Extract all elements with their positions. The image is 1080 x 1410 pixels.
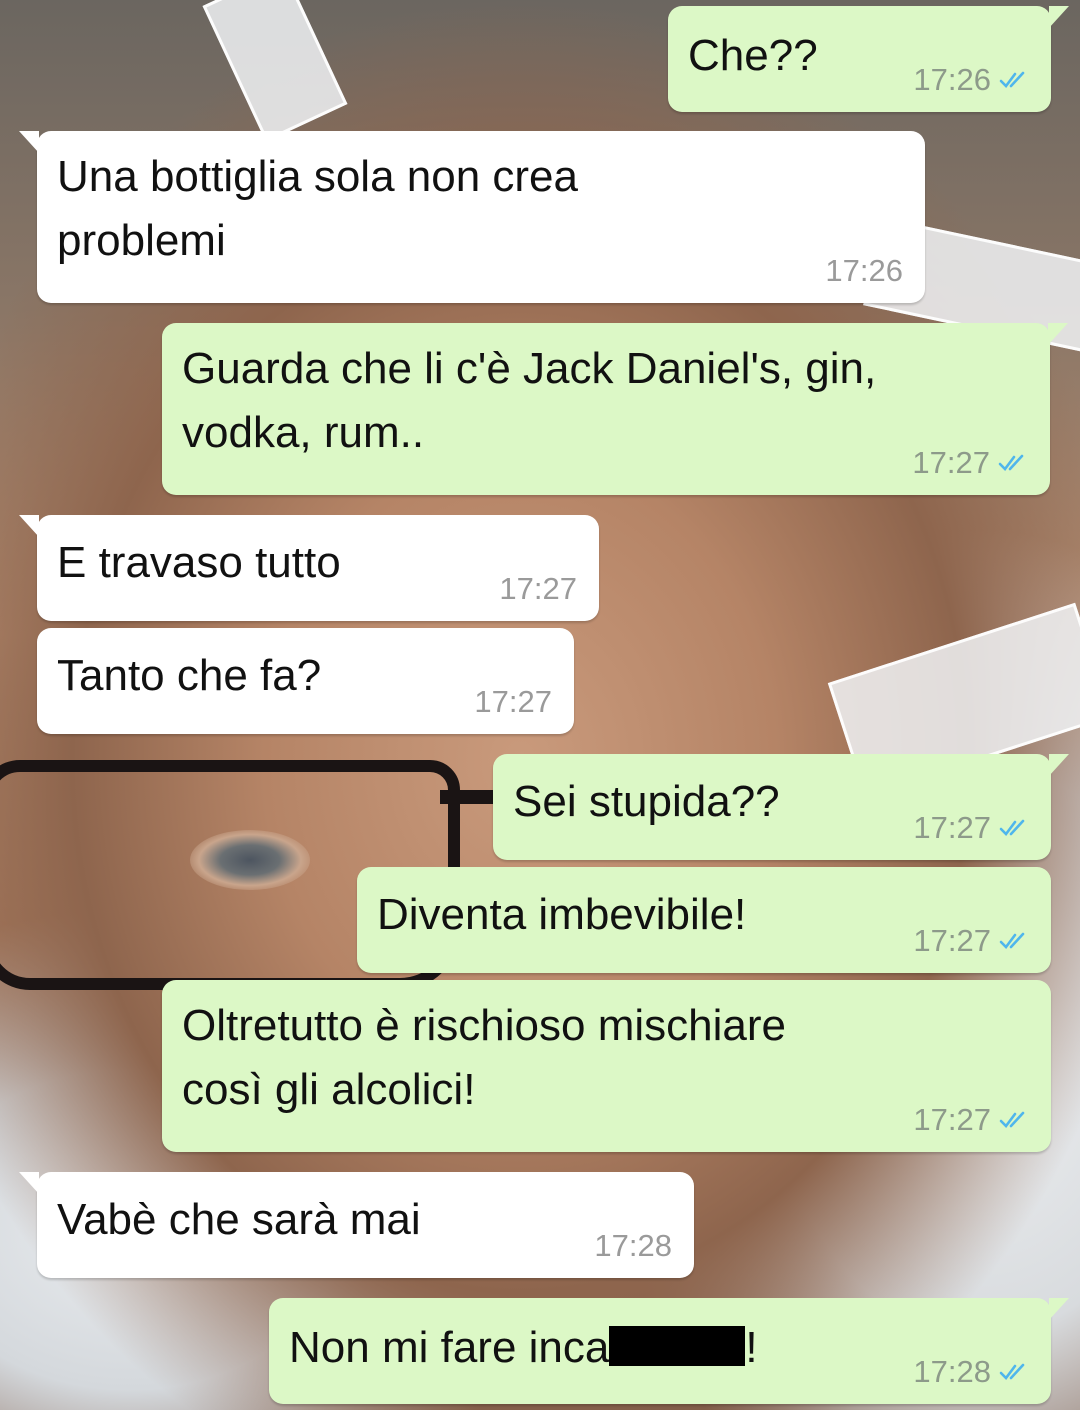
message-meta: 17:28 <box>594 1228 672 1264</box>
message-meta: 17:27 <box>499 571 577 607</box>
double-check-icon <box>999 932 1025 949</box>
double-check-icon <box>999 1363 1025 1380</box>
bubble-tail <box>1049 6 1069 28</box>
message-time: 17:28 <box>594 1228 672 1263</box>
message-text-line: problemi <box>57 216 226 265</box>
message-meta: 17:27 <box>913 1102 1029 1138</box>
message-bubble-incoming[interactable]: Tanto che fa? 17:27 <box>37 628 574 734</box>
double-check-icon <box>999 819 1025 836</box>
message-text-line: così gli alcolici! <box>182 1065 476 1114</box>
message-meta: 17:27 <box>474 684 552 720</box>
message-meta: 17:26 <box>913 62 1029 98</box>
message-meta: 17:26 <box>825 253 903 289</box>
bubble-tail <box>19 515 39 537</box>
message-text-suffix: ! <box>745 1323 758 1372</box>
double-check-icon <box>999 1111 1025 1128</box>
bubble-tail <box>1049 1298 1069 1320</box>
message-text-prefix: Non mi fare inca <box>289 1323 610 1372</box>
double-check-icon <box>998 454 1024 471</box>
message-time: 17:27 <box>913 923 991 958</box>
message-bubble-outgoing[interactable]: Oltretutto è rischioso mischiare così gl… <box>162 980 1051 1152</box>
bubble-tail <box>19 131 39 153</box>
message-time: 17:27 <box>499 571 577 606</box>
message-meta: 17:27 <box>912 445 1028 481</box>
message-meta: 17:28 <box>913 1354 1029 1390</box>
message-bubble-outgoing[interactable]: Diventa imbevibile! 17:27 <box>357 867 1051 973</box>
message-text-line: Una bottiglia sola non crea <box>57 152 578 201</box>
message-time: 17:27 <box>912 445 990 480</box>
wallpaper-eye <box>190 830 310 890</box>
wallpaper-glasses-bridge <box>440 790 500 804</box>
message-bubble-outgoing[interactable]: Guarda che li c'è Jack Daniel's, gin, vo… <box>162 323 1068 495</box>
message-meta: 17:27 <box>913 923 1029 959</box>
bubble-tail <box>1049 754 1069 776</box>
double-check-icon <box>999 71 1025 88</box>
bubble-tail <box>19 1172 39 1194</box>
message-bubble-outgoing[interactable]: Non mi fare inca! 17:28 <box>269 1298 1069 1404</box>
message-text-line: Guarda che li c'è Jack Daniel's, gin, <box>182 344 877 393</box>
message-time: 17:26 <box>825 253 903 288</box>
message-time: 17:26 <box>913 62 991 97</box>
message-text-line: Oltretutto è rischioso mischiare <box>182 1001 786 1050</box>
message-time: 17:27 <box>474 684 552 719</box>
message-bubble-outgoing[interactable]: Sei stupida?? 17:27 <box>493 754 1069 860</box>
message-bubble-incoming[interactable]: Una bottiglia sola non crea problemi 17:… <box>19 131 925 303</box>
message-bubble-outgoing[interactable]: Che?? 17:26 <box>668 6 1069 112</box>
message-time: 17:27 <box>913 810 991 845</box>
wallpaper-glass-shard <box>202 0 348 142</box>
message-time: 17:27 <box>913 1102 991 1137</box>
bubble-tail <box>1048 323 1068 345</box>
message-time: 17:28 <box>913 1354 991 1389</box>
message-meta: 17:27 <box>913 810 1029 846</box>
redaction-bar <box>609 1326 746 1366</box>
message-bubble-incoming[interactable]: Vabè che sarà mai 17:28 <box>19 1172 694 1278</box>
message-text-line: vodka, rum.. <box>182 408 425 457</box>
message-text: Vabè che sarà mai <box>57 1195 421 1244</box>
message-bubble-incoming[interactable]: E travaso tutto 17:27 <box>19 515 599 621</box>
